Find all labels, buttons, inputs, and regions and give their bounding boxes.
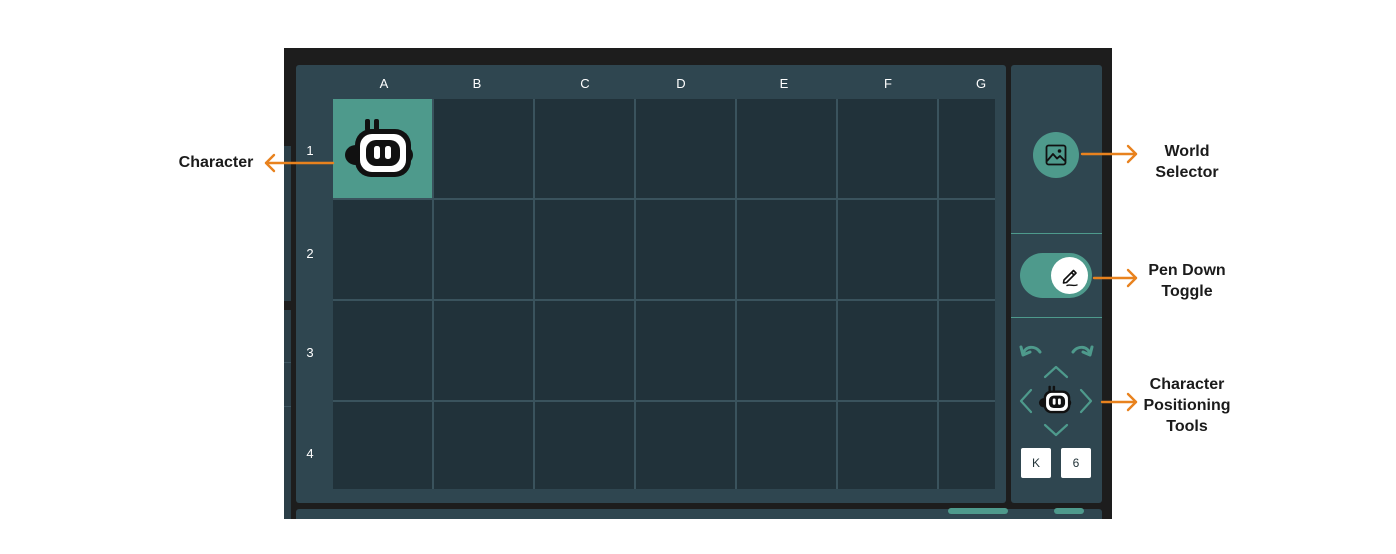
annotation-arrows — [264, 144, 1138, 412]
